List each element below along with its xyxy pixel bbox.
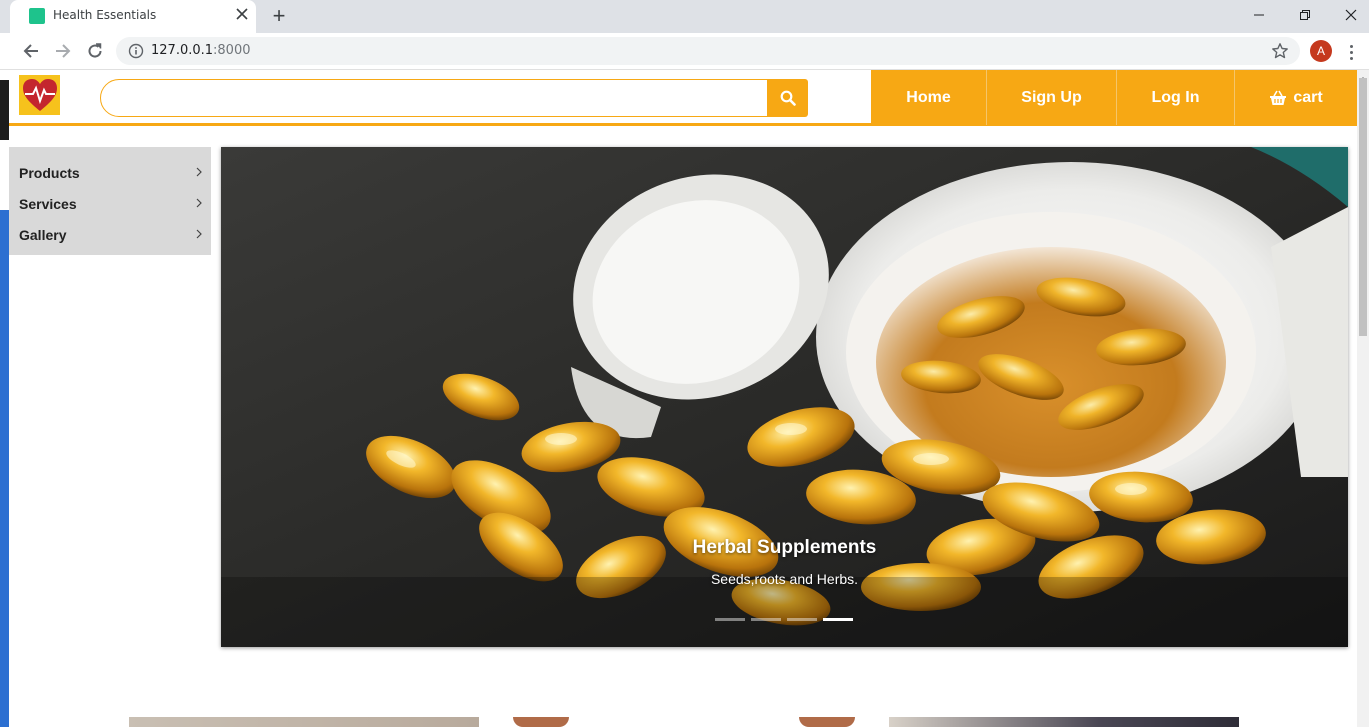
address-bar[interactable]: 127.0.0.1:8000 [116, 37, 1300, 65]
favicon-icon [29, 8, 45, 24]
left-window-edge [0, 70, 9, 727]
scroll-up-arrow-icon[interactable] [1359, 70, 1367, 81]
nav-home-label: Home [906, 88, 951, 106]
menu-item-gallery[interactable]: Gallery [9, 219, 211, 250]
chevron-right-icon [196, 167, 202, 177]
chevron-right-icon [196, 198, 202, 208]
nav-signup[interactable]: Sign Up [987, 70, 1117, 125]
heart-pulse-icon [22, 79, 57, 111]
nav-cart-label: cart [1293, 88, 1323, 106]
back-arrow-icon[interactable] [18, 38, 44, 64]
carousel-indicator[interactable] [751, 618, 781, 621]
gallery-thumbnail[interactable] [509, 717, 859, 727]
nav-signup-label: Sign Up [1021, 88, 1082, 106]
tab-title: Health Essentials [53, 8, 157, 22]
gallery-thumbnail[interactable] [889, 717, 1239, 727]
scrollbar-thumb[interactable] [1359, 78, 1367, 336]
carousel-caption-subtitle: Seeds,roots and Herbs. [710, 571, 859, 587]
reload-icon[interactable] [82, 38, 108, 64]
site-logo[interactable] [19, 75, 60, 115]
nav-login[interactable]: Log In [1117, 70, 1235, 125]
search-input[interactable] [100, 79, 768, 117]
menu-item-products[interactable]: Products [9, 157, 211, 188]
nav-login-label: Log In [1151, 88, 1200, 106]
basket-icon [1270, 90, 1287, 105]
info-icon[interactable] [128, 43, 144, 59]
tab-close-icon[interactable] [232, 6, 252, 26]
bookmark-star-icon[interactable] [1271, 42, 1289, 60]
url-text: 127.0.0.1:8000 [151, 43, 251, 58]
window-close-icon[interactable] [1328, 2, 1369, 28]
carousel-caption-title: Herbal Supplements [692, 537, 877, 558]
category-menu: Products Services Gallery [9, 147, 211, 255]
carousel-indicator[interactable] [715, 618, 745, 621]
profile-avatar[interactable]: A [1310, 40, 1332, 62]
main-navbar: Home Sign Up Log In cart [871, 70, 1357, 125]
gallery-thumbnail[interactable] [129, 717, 479, 727]
menu-item-services[interactable]: Services [9, 188, 211, 219]
url-host: 127.0.0.1 [151, 43, 214, 58]
carousel-indicator[interactable] [787, 618, 817, 621]
menu-item-label: Products [19, 164, 80, 181]
hero-carousel[interactable]: Herbal Supplements Seeds,roots and Herbs… [221, 147, 1348, 647]
browser-tab[interactable]: Health Essentials [10, 0, 256, 33]
menu-item-label: Services [19, 195, 77, 212]
search-icon [780, 90, 796, 106]
browser-menu-icon[interactable] [1343, 41, 1359, 63]
forward-arrow-icon[interactable] [50, 38, 76, 64]
carousel-indicators [715, 618, 853, 621]
site-header: Home Sign Up Log In cart [9, 70, 1357, 126]
window-restore-icon[interactable] [1282, 2, 1328, 28]
window-minimize-icon[interactable] [1236, 2, 1282, 28]
nav-cart[interactable]: cart [1235, 70, 1357, 125]
browser-tabstrip: Health Essentials + [0, 0, 1369, 33]
nav-home[interactable]: Home [871, 70, 987, 125]
chevron-right-icon [196, 229, 202, 239]
search-button[interactable] [767, 79, 808, 117]
browser-toolbar: 127.0.0.1:8000 A [0, 33, 1369, 70]
url-port: :8000 [213, 43, 251, 58]
menu-item-label: Gallery [19, 226, 67, 243]
page-viewport: Home Sign Up Log In cart Products Servic… [0, 70, 1369, 727]
carousel-indicator-active[interactable] [823, 618, 853, 621]
new-tab-button[interactable]: + [268, 5, 290, 27]
